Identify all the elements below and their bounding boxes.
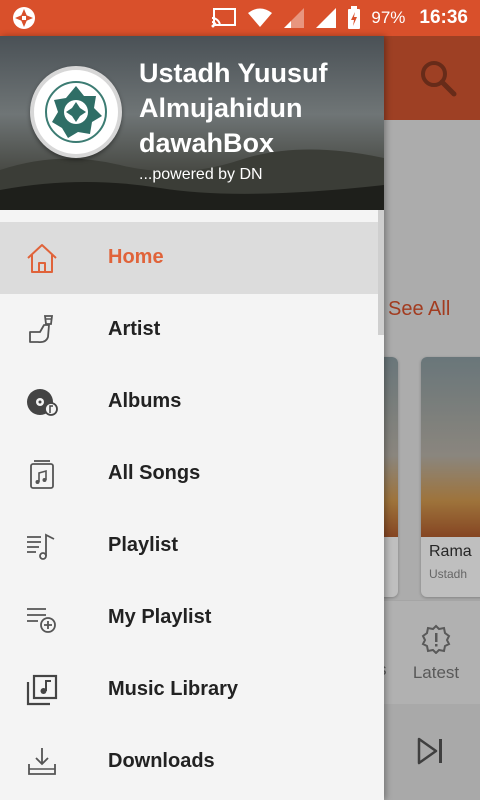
menu-item-label: Home xyxy=(108,246,164,268)
signal-icon xyxy=(316,8,337,28)
menu-item-artist[interactable]: Artist xyxy=(0,294,384,366)
drawer-subtitle: ...powered by DN xyxy=(139,166,263,183)
menu-item-all-songs[interactable]: All Songs xyxy=(0,438,384,510)
playlist-icon xyxy=(27,533,55,560)
home-icon xyxy=(27,244,57,273)
battery-charging-icon xyxy=(348,6,361,29)
menu-item-label: Albums xyxy=(108,390,182,412)
menu-item-downloads[interactable]: Downloads xyxy=(0,726,384,798)
menu-item-label: My Playlist xyxy=(108,606,212,628)
signal-weak-icon xyxy=(284,8,305,28)
menu-item-home[interactable]: Home xyxy=(0,222,384,294)
navigation-drawer: Ustadh Yuusuf Almujahidun dawahBox ...po… xyxy=(0,36,384,800)
menu-item-label: Artist xyxy=(108,318,161,340)
battery-percent: 97% xyxy=(371,8,406,27)
drawer-header: Ustadh Yuusuf Almujahidun dawahBox ...po… xyxy=(0,36,384,210)
menu-item-label: All Songs xyxy=(108,462,201,484)
menu-item-label: Downloads xyxy=(108,750,215,772)
menu-item-music-library[interactable]: Music Library xyxy=(0,654,384,726)
artist-icon xyxy=(29,315,54,344)
menu-item-albums[interactable]: Albums xyxy=(0,366,384,438)
download-icon xyxy=(28,748,56,775)
menu-item-playlist[interactable]: Playlist xyxy=(0,510,384,582)
drawer-title: Ustadh Yuusuf Almujahidun dawahBox xyxy=(139,58,328,158)
drawer-menu: Home Artist Albums All Songs Playlist My… xyxy=(0,222,384,798)
channel-logo xyxy=(30,66,122,158)
drawer-scrollbar[interactable] xyxy=(378,210,384,335)
album-disc-icon xyxy=(27,389,58,416)
cast-icon xyxy=(211,8,237,28)
playlist-add-icon xyxy=(27,608,56,633)
wifi-icon xyxy=(248,8,273,27)
menu-item-my-playlist[interactable]: My Playlist xyxy=(0,582,384,654)
music-library-icon xyxy=(26,674,58,706)
clock: 16:36 xyxy=(419,7,468,28)
songs-icon xyxy=(30,460,54,489)
status-bar: 97% 16:36 xyxy=(0,0,480,36)
aperture-icon xyxy=(13,7,35,29)
menu-item-label: Music Library xyxy=(108,678,239,700)
menu-item-label: Playlist xyxy=(108,534,179,556)
